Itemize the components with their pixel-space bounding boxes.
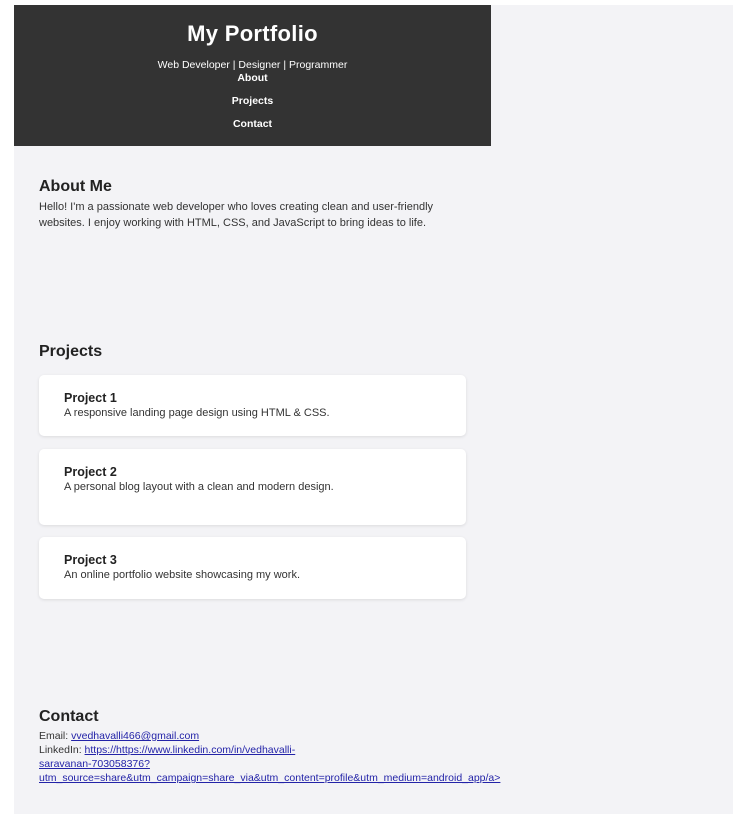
nav-about-link[interactable]: About	[14, 72, 491, 84]
about-paragraph: Hello! I'm a passionate web developer wh…	[39, 201, 434, 229]
nav-contact-link[interactable]: Contact	[14, 118, 491, 130]
project-description: A personal blog layout with a clean and …	[64, 481, 334, 493]
project-title: Project 2	[64, 465, 117, 479]
page: My Portfolio Web Developer | Designer | …	[0, 0, 733, 814]
left-edge	[0, 0, 14, 814]
projects-heading: Projects	[39, 343, 103, 360]
email-label: Email:	[39, 730, 69, 742]
project-description: An online portfolio website showcasing m…	[64, 569, 301, 581]
contact-details: Email: vvedhavalli466@gmail.com LinkedIn…	[39, 729, 733, 785]
email-link[interactable]: vvedhavalli466@gmail.com	[71, 730, 199, 742]
linkedin-line: LinkedIn: https://https://www.linkedin.c…	[39, 743, 733, 785]
nav-projects-link[interactable]: Projects	[14, 95, 491, 107]
about-heading: About Me	[39, 178, 112, 195]
linkedin-url-part: utm_source=share&utm_campaign=share_via&…	[39, 772, 501, 784]
project-title: Project 3	[64, 553, 117, 567]
project-description: A responsive landing page design using H…	[64, 407, 330, 419]
linkedin-link[interactable]: https://https://www.linkedin.com/in/vedh…	[39, 744, 733, 785]
project-card: Project 2 A personal blog layout with a …	[39, 449, 466, 525]
project-title: Project 1	[64, 391, 117, 405]
project-card: Project 1 A responsive landing page desi…	[39, 375, 466, 436]
site-header: My Portfolio Web Developer | Designer | …	[14, 5, 491, 146]
site-title: My Portfolio	[187, 21, 318, 46]
linkedin-label: LinkedIn:	[39, 744, 82, 756]
site-tagline: Web Developer | Designer | Programmer	[157, 59, 348, 71]
linkedin-url-part: https://https://www.linkedin.com/in/vedh…	[84, 744, 296, 756]
email-line: Email: vvedhavalli466@gmail.com	[39, 729, 733, 743]
linkedin-url-part: saravanan-703058376?	[39, 758, 150, 770]
contact-heading: Contact	[39, 708, 99, 725]
project-card: Project 3 An online portfolio website sh…	[39, 537, 466, 599]
